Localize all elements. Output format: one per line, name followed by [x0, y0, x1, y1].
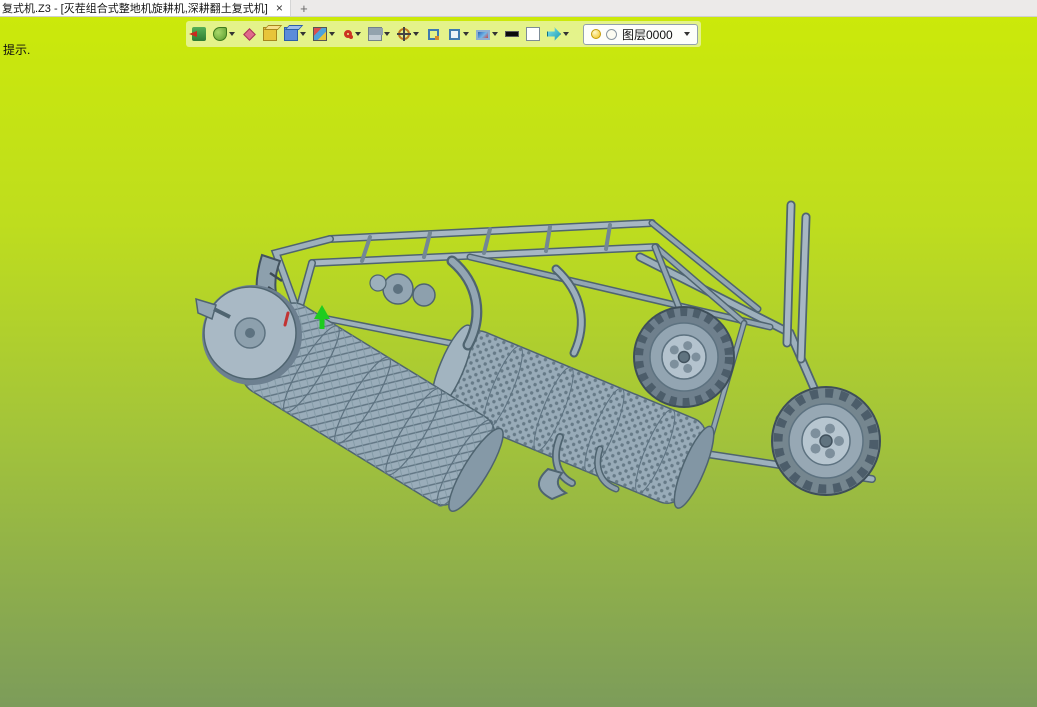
background-black-icon: [505, 31, 519, 37]
chevron-down-icon[interactable]: [384, 32, 390, 36]
model-3d[interactable]: [0, 17, 1037, 707]
document-tab[interactable]: 复式机.Z3 - [灭茬组合式整地机旋耕机,深耕翻土复式机] ×: [0, 0, 291, 16]
layer-visibility-bulb-icon[interactable]: [591, 29, 601, 39]
view-orientation-button[interactable]: [210, 25, 238, 43]
zoom-button[interactable]: [239, 25, 259, 43]
layer-selector[interactable]: 图层0000: [583, 23, 698, 45]
rotate-view-icon: [343, 30, 353, 39]
view-3d-button[interactable]: [544, 25, 572, 43]
document-tabbar: 复式机.Z3 - [灭茬组合式整地机旋耕机,深耕翻土复式机] × +: [0, 0, 1037, 17]
new-tab-button[interactable]: +: [291, 0, 317, 16]
chevron-down-icon[interactable]: [463, 32, 469, 36]
background-white-button[interactable]: [523, 25, 543, 43]
section-view-icon: [368, 27, 383, 41]
rotate-view-button[interactable]: [339, 27, 364, 42]
chevron-down-icon[interactable]: [413, 32, 419, 36]
view-3d-icon: [547, 27, 561, 41]
background-white-icon: [526, 27, 540, 41]
view-toolbar-buttons: [189, 25, 572, 43]
exit-icon: [189, 27, 206, 41]
exit-button[interactable]: [189, 25, 209, 43]
wheel-front[interactable]: [771, 386, 881, 496]
chevron-down-icon[interactable]: [355, 32, 361, 36]
pan-icon: [263, 27, 277, 41]
background-black-button[interactable]: [502, 25, 522, 43]
render-mode-icon: [313, 27, 327, 41]
view-orientation-icon: [213, 27, 227, 41]
tab-close-icon[interactable]: ×: [276, 2, 283, 14]
target-point-button[interactable]: [394, 25, 422, 43]
fit-window-button[interactable]: [444, 25, 472, 43]
document-tab-title: 复式机.Z3 - [灭茬组合式整地机旋耕机,深耕翻土复式机]: [2, 3, 268, 15]
layer-name: 图层0000: [622, 27, 673, 42]
hint-text: 提示.: [3, 43, 31, 57]
wheel-rear[interactable]: [633, 306, 735, 408]
fit-window-icon: [448, 28, 460, 40]
section-view-button[interactable]: [365, 25, 393, 43]
zoom-icon: [242, 27, 256, 41]
shade-display-button[interactable]: [281, 25, 309, 43]
chevron-down-icon[interactable]: [563, 32, 569, 36]
chevron-down-icon[interactable]: [683, 32, 690, 36]
target-point-icon: [397, 27, 411, 41]
fullscreen-icon: [476, 30, 490, 40]
chevron-down-icon[interactable]: [329, 32, 335, 36]
chevron-down-icon[interactable]: [300, 32, 306, 36]
roller-end-disc[interactable]: [195, 285, 302, 385]
shade-display-icon: [284, 27, 298, 41]
gearbox-pulleys[interactable]: [369, 273, 436, 307]
layer-color-swatch: [606, 28, 617, 40]
view-toolbar: 图层0000: [186, 21, 701, 47]
fullscreen-button[interactable]: [473, 26, 501, 42]
cad-application: 复式机.Z3 - [灭茬组合式整地机旋耕机,深耕翻土复式机] × + 图层000…: [0, 0, 1037, 707]
zoom-window-button[interactable]: [423, 25, 443, 43]
render-mode-button[interactable]: [310, 25, 338, 43]
chevron-down-icon[interactable]: [492, 32, 498, 36]
chevron-down-icon[interactable]: [229, 32, 235, 36]
support-arms[interactable]: [446, 255, 586, 358]
zoom-window-icon: [427, 28, 439, 40]
pan-button[interactable]: [260, 25, 280, 43]
viewport-3d[interactable]: 图层0000 提示.: [0, 17, 1037, 707]
